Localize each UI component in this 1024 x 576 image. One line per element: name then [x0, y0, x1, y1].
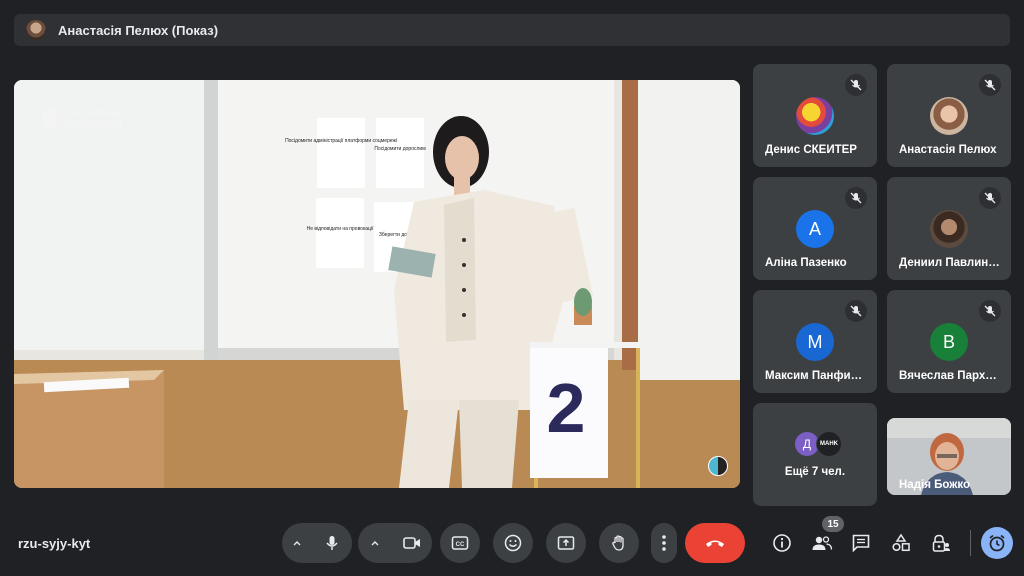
- mic-off-icon: [845, 300, 867, 322]
- wall-card-2: Посідомити дорослим: [374, 146, 426, 152]
- participant-avatar: М: [796, 323, 834, 361]
- participant-name: Дениил Павлин…: [899, 257, 1000, 269]
- self-view-tile[interactable]: Надія Божко: [887, 418, 1011, 495]
- main-video-stage[interactable]: Посідомити адміністрації платформи соцме…: [14, 80, 740, 488]
- svg-text:CC: CC: [456, 542, 465, 548]
- watermark-line-2: МОВЛЕННЯ: [62, 119, 123, 130]
- chat-button[interactable]: [849, 531, 873, 555]
- more-participants-tile[interactable]: Д MAHK Ещё 7 чел.: [753, 403, 877, 506]
- participant-tile[interactable]: Дениил Павлин…: [887, 177, 1011, 280]
- mic-button[interactable]: [312, 523, 352, 563]
- wall-card-1: Посідомити адміністрації платформи соцме…: [285, 138, 397, 144]
- alarm-clock-icon: [989, 534, 1005, 552]
- toolbar-divider: [970, 530, 971, 556]
- meeting-code: rzu-syjy-kyt: [18, 536, 91, 551]
- meeting-details-button[interactable]: [770, 531, 794, 555]
- broadcaster-watermark: СУСПІЛЬНЕ МОВЛЕННЯ: [42, 108, 123, 130]
- captions-button[interactable]: CC: [440, 523, 480, 563]
- contrast-icon[interactable]: [708, 456, 728, 476]
- lock-person-icon: [932, 534, 950, 552]
- participant-name: Вячеслав Парх…: [899, 370, 997, 382]
- presentation-title: Анастасія Пелюх (Показ): [58, 22, 219, 38]
- watermark-line-1: СУСПІЛЬНЕ: [62, 108, 124, 119]
- host-controls-button[interactable]: [929, 531, 953, 555]
- mic-off-icon: [845, 187, 867, 209]
- emoji-icon: [504, 534, 522, 552]
- mic-control-group: [282, 523, 352, 563]
- participant-tile[interactable]: Денис СКЕЙТЕР: [753, 64, 877, 167]
- end-call-icon: [706, 540, 724, 547]
- mic-off-icon: [979, 187, 1001, 209]
- people-button[interactable]: [810, 531, 834, 555]
- camera-options-chevron-up-icon[interactable]: [358, 537, 392, 549]
- participant-avatar: А: [796, 210, 834, 248]
- participant-name: Денис СКЕЙТЕР: [765, 144, 857, 156]
- camera-button[interactable]: [392, 535, 432, 551]
- mic-options-chevron-up-icon[interactable]: [282, 537, 312, 549]
- participant-count-badge: 15: [822, 516, 844, 532]
- present-screen-button[interactable]: [546, 523, 586, 563]
- more-vert-icon: [662, 535, 666, 551]
- participant-tile[interactable]: А Аліна Пазенко: [753, 177, 877, 280]
- participant-tile[interactable]: В Вячеслав Парх…: [887, 290, 1011, 393]
- leave-call-button[interactable]: [685, 523, 745, 563]
- timer-button[interactable]: [981, 527, 1013, 559]
- people-icon: [812, 536, 833, 550]
- participant-avatar: [930, 210, 968, 248]
- participant-avatar: [796, 97, 834, 135]
- participant-name: Максим Панфи…: [765, 370, 863, 382]
- self-view-name: Надія Божко: [899, 479, 971, 491]
- more-participants-label: Ещё 7 чел.: [784, 466, 846, 478]
- box-number: 2: [547, 369, 586, 447]
- presentation-header: Анастасія Пелюх (Показ): [14, 14, 1010, 46]
- broadcaster-logo-icon: [42, 108, 56, 130]
- participant-avatar: [930, 97, 968, 135]
- more-participants-avatars: Д MAHK: [794, 431, 842, 457]
- participant-avatar: MAHK: [816, 431, 842, 457]
- mic-icon: [326, 536, 338, 550]
- participant-tile[interactable]: М Максим Панфи…: [753, 290, 877, 393]
- wall-card-3: Не відповідати на провокації: [307, 226, 374, 232]
- activities-icon: [892, 533, 910, 552]
- presentation-video: Посідомити адміністрації платформи соцме…: [14, 80, 740, 488]
- presenter-avatar: [26, 20, 46, 40]
- reactions-button[interactable]: [493, 523, 533, 563]
- camera-control-group: [358, 523, 432, 563]
- mic-off-icon: [979, 74, 1001, 96]
- captions-icon: CC: [451, 536, 469, 550]
- activities-button[interactable]: [889, 531, 913, 555]
- mic-off-icon: [845, 74, 867, 96]
- video-camera-icon: [403, 537, 420, 549]
- participant-name: Аліна Пазенко: [765, 257, 847, 269]
- chat-icon: [852, 534, 870, 553]
- more-options-button[interactable]: [651, 523, 677, 563]
- participant-tile[interactable]: Анастасія Пелюх: [887, 64, 1011, 167]
- hand-icon: [612, 535, 624, 551]
- info-icon: [773, 534, 791, 552]
- raise-hand-button[interactable]: [599, 523, 639, 563]
- mic-off-icon: [979, 300, 1001, 322]
- participant-name: Анастасія Пелюх: [899, 144, 997, 156]
- participant-avatar: В: [930, 323, 968, 361]
- present-screen-icon: [557, 536, 575, 550]
